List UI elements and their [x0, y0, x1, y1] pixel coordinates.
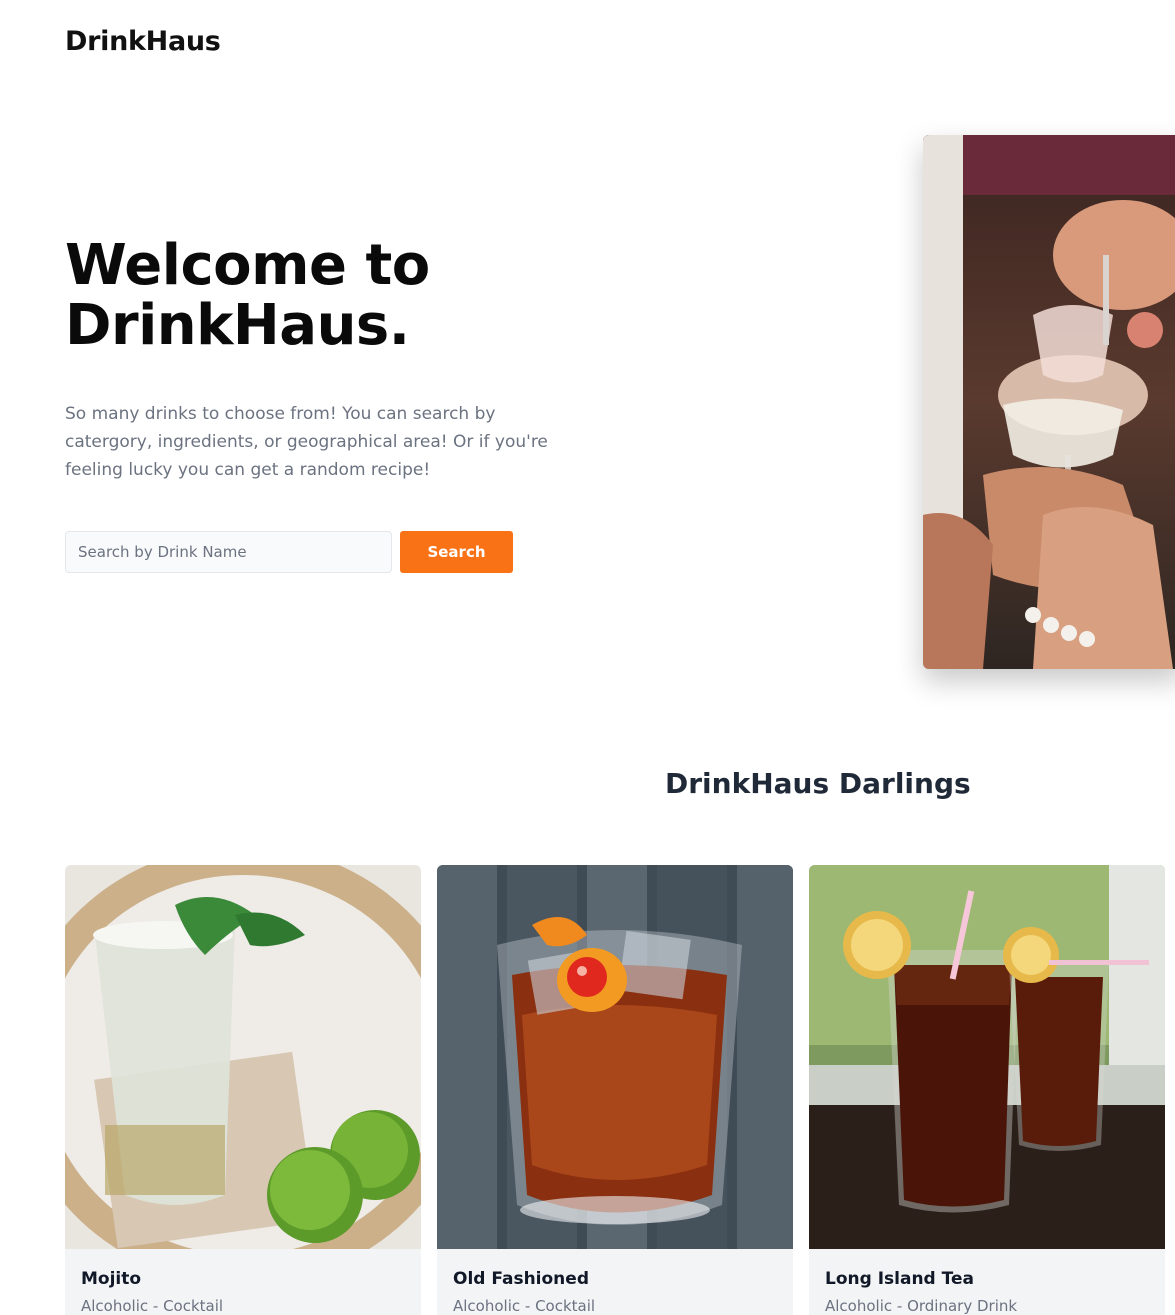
- drink-category: Alcoholic - Cocktail: [453, 1297, 596, 1315]
- drink-card[interactable]: Long Island Tea Alcoholic - Ordinary Dri…: [809, 865, 1165, 1315]
- drink-image: [809, 865, 1165, 1249]
- hero-title: Welcome to DrinkHaus.: [65, 236, 430, 356]
- drink-image: [65, 865, 421, 1249]
- hero-title-line1: Welcome to: [65, 233, 430, 298]
- section-title: DrinkHaus Darlings: [665, 767, 971, 800]
- hero-title-line2: DrinkHaus.: [65, 293, 410, 358]
- drink-name: Mojito: [81, 1269, 142, 1289]
- hero-image: [923, 135, 1175, 669]
- search-input[interactable]: [65, 531, 392, 573]
- drink-name: Old Fashioned: [453, 1269, 589, 1289]
- search-button[interactable]: Search: [400, 531, 513, 573]
- brand-logo[interactable]: DrinkHaus: [65, 26, 221, 57]
- drink-category: Alcoholic - Cocktail: [81, 1297, 224, 1315]
- drink-card[interactable]: Mojito Alcoholic - Cocktail: [65, 865, 421, 1315]
- drink-card[interactable]: Old Fashioned Alcoholic - Cocktail: [437, 865, 793, 1315]
- drink-image: [437, 865, 793, 1249]
- hero-description: So many drinks to choose from! You can s…: [65, 404, 548, 480]
- drink-category: Alcoholic - Ordinary Drink: [825, 1297, 1018, 1315]
- drink-name: Long Island Tea: [825, 1269, 974, 1289]
